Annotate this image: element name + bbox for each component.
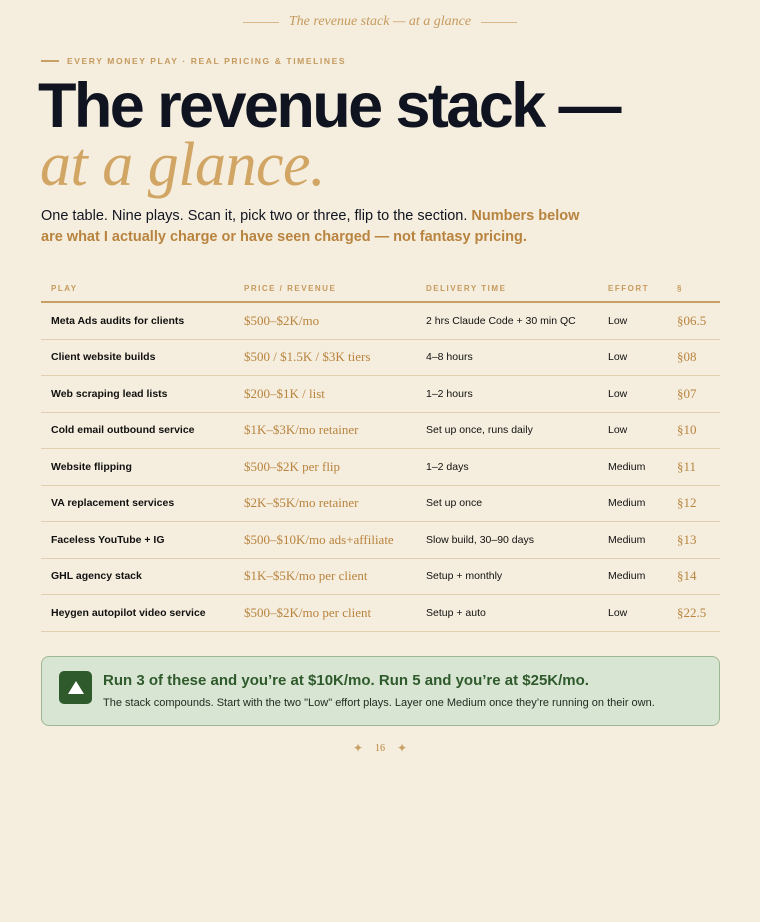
play-cell: GHL agency stack <box>51 570 142 583</box>
eyebrow: EVERY MONEY PLAY · REAL PRICING & TIMELI… <box>41 56 346 66</box>
section-ref-cell: §14 <box>677 568 697 584</box>
table-row: Heygen autopilot video service $500–$2K/m… <box>41 595 720 632</box>
lede-plain: One table. Nine plays. Scan it, pick two… <box>41 208 472 224</box>
play-cell: Heygen autopilot video service <box>51 606 206 619</box>
delivery-cell: 2 hrs Claude Code + 30 min QC <box>426 314 576 327</box>
page-number: 16 <box>375 742 385 754</box>
play-cell: Web scraping lead lists <box>51 387 168 400</box>
play-cell: Website flipping <box>51 460 132 473</box>
triangle-up-icon <box>59 671 92 704</box>
play-cell: VA replacement services <box>51 497 175 510</box>
delivery-cell: Setup + monthly <box>426 570 503 583</box>
price-cell: $500 / $1.5K / $3K tiers <box>244 349 371 365</box>
section-ref-cell: §22.5 <box>677 604 707 620</box>
price-cell: $500–$2K/mo per client <box>244 604 372 620</box>
table-row: Meta Ads audits for clients $500–$2K/mo 2 … <box>41 303 720 340</box>
effort-cell: Medium <box>608 497 646 510</box>
table-row: Faceless YouTube + IG $500–$10K/mo ads+af… <box>41 522 720 559</box>
price-cell: $500–$2K/mo <box>244 312 320 328</box>
price-cell: $500–$10K/mo ads+affiliate <box>244 531 394 547</box>
section-ref-cell: §10 <box>677 422 697 438</box>
section-ref-cell: §13 <box>677 531 697 547</box>
delivery-cell: 1–2 hours <box>426 387 473 400</box>
callout-box: Run 3 of these and you’re at $10K/mo. Ru… <box>41 656 720 726</box>
section-ref-cell: §08 <box>677 349 697 365</box>
table-header: PLAY PRICE / REVENUE DELIVERY TIME EFFOR… <box>41 276 720 303</box>
callout-title: Run 3 of these and you’re at $10K/mo. Ru… <box>103 672 589 689</box>
running-head-text: The revenue stack — at a glance <box>288 14 472 29</box>
effort-cell: Medium <box>608 570 646 583</box>
play-cell: Meta Ads audits for clients <box>51 314 185 327</box>
section-ref-cell: §11 <box>677 458 697 474</box>
effort-cell: Low <box>608 424 628 437</box>
eyebrow-dash <box>41 60 59 62</box>
effort-cell: Low <box>608 351 628 364</box>
table-body: Meta Ads audits for clients $500–$2K/mo 2 … <box>41 303 720 632</box>
table-row: Cold email outbound service $1K–$3K/mo re… <box>41 413 720 449</box>
page-footer: ✦ 16 ✦ <box>0 741 760 755</box>
delivery-cell: 4–8 hours <box>426 351 473 364</box>
play-cell: Client website builds <box>51 351 156 364</box>
price-cell: $2K–$5K/mo retainer <box>244 495 359 511</box>
delivery-cell: Set up once, runs daily <box>426 424 533 437</box>
delivery-cell: Slow build, 30–90 days <box>426 533 534 546</box>
header-effort: EFFORT <box>608 284 649 293</box>
eyebrow-text: EVERY MONEY PLAY · REAL PRICING & TIMELI… <box>67 56 347 66</box>
delivery-cell: 1–2 days <box>426 460 469 473</box>
star-ornament-icon: ✦ <box>352 741 363 755</box>
table-row: Website flipping $500–$2K per flip 1–2 day… <box>41 449 720 486</box>
price-cell: $1K–$3K/mo retainer <box>244 422 359 438</box>
table-row: VA replacement services $2K–$5K/mo retain… <box>41 486 720 522</box>
effort-cell: Medium <box>608 460 646 473</box>
lede-paragraph: One table. Nine plays. Scan it, pick two… <box>41 206 601 248</box>
play-cell: Faceless YouTube + IG <box>51 533 165 546</box>
price-cell: $200–$1K / list <box>244 385 325 401</box>
header-section: § <box>677 284 683 293</box>
price-cell: $500–$2K per flip <box>244 458 341 474</box>
section-ref-cell: §06.5 <box>677 312 707 328</box>
callout-body: The stack compounds. Start with the two … <box>103 697 655 709</box>
effort-cell: Medium <box>608 533 646 546</box>
table-row: Web scraping lead lists $200–$1K / list 1–… <box>41 376 720 413</box>
price-cell: $1K–$5K/mo per client <box>244 568 368 584</box>
table-row: GHL agency stack $1K–$5K/mo per client Set… <box>41 559 720 595</box>
page-title-italic: at a glance. <box>40 131 326 199</box>
header-play: PLAY <box>51 284 78 293</box>
header-price: PRICE / REVENUE <box>244 284 337 293</box>
effort-cell: Low <box>608 387 628 400</box>
effort-cell: Low <box>608 606 628 619</box>
header-delivery: DELIVERY TIME <box>426 284 507 293</box>
running-head-rule-right <box>481 21 518 23</box>
running-head: The revenue stack — at a glance <box>0 14 760 30</box>
revenue-table: PLAY PRICE / REVENUE DELIVERY TIME EFFOR… <box>41 276 720 632</box>
play-cell: Cold email outbound service <box>51 424 195 437</box>
delivery-cell: Setup + auto <box>426 606 486 619</box>
table-row: Client website builds $500 / $1.5K / $3K … <box>41 340 720 376</box>
effort-cell: Low <box>608 314 628 327</box>
section-ref-cell: §12 <box>677 495 697 511</box>
star-ornament-icon: ✦ <box>397 741 408 755</box>
section-ref-cell: §07 <box>677 385 697 401</box>
delivery-cell: Set up once <box>426 497 483 510</box>
running-head-rule-left <box>242 21 279 23</box>
